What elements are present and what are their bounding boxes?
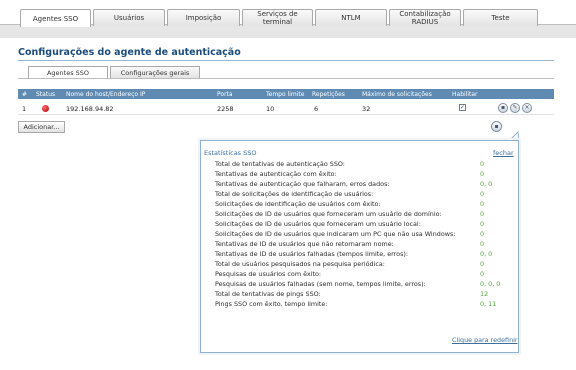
row-max-requests: 32 bbox=[362, 105, 371, 113]
stat-row: Solicitações de identificação de usuário… bbox=[215, 200, 515, 210]
tab-test[interactable]: Teste bbox=[463, 9, 538, 26]
row-timeout: 10 bbox=[266, 105, 275, 113]
stat-label: Tentativas de ID de usuários falhadas (t… bbox=[215, 250, 409, 258]
stat-row: Solicitações de ID de usuários que indic… bbox=[215, 230, 515, 240]
tab-ntlm[interactable]: NTLM bbox=[315, 9, 387, 26]
stat-row: Tentativas de ID de usuários que não ret… bbox=[215, 240, 515, 250]
col-port: Porta bbox=[217, 91, 233, 98]
col-number: # bbox=[22, 91, 28, 98]
col-max-requests: Máximo de solicitações bbox=[362, 91, 432, 98]
stat-value: 0 bbox=[480, 260, 485, 268]
row-retries: 6 bbox=[314, 105, 319, 113]
stat-value: 0 bbox=[480, 240, 485, 248]
stat-value: 0, 0 bbox=[480, 250, 493, 258]
reset-statistics-link[interactable]: Clique para redefinir bbox=[452, 336, 518, 344]
stat-label: Solicitações de identificação de usuário… bbox=[215, 200, 381, 208]
stat-row: Total de solicitações de identificação d… bbox=[215, 190, 515, 200]
stat-row: Tentativas de autenticação com êxito: 0 bbox=[215, 170, 515, 180]
page-title: Configurações do agente de autenticação bbox=[18, 47, 241, 58]
stat-label: Tentativas de autenticação que falharam,… bbox=[215, 180, 390, 188]
close-link[interactable]: fechar bbox=[493, 149, 514, 157]
stat-value: 0 bbox=[480, 190, 485, 198]
stat-label: Pesquisas de usuários falhadas (sem nome… bbox=[215, 280, 426, 288]
tab-sso-agents[interactable]: Agentes SSO bbox=[20, 9, 91, 27]
stat-label: Tentativas de autenticação com êxito: bbox=[215, 170, 337, 178]
statistics-icon[interactable]: ▪ bbox=[498, 103, 508, 113]
stat-label: Solicitações de ID de usuários que forne… bbox=[215, 220, 421, 228]
stat-value: 12 bbox=[480, 290, 489, 298]
stat-label: Pings SSO com êxito, tempo limite: bbox=[215, 300, 328, 308]
stat-row: Pesquisas de usuários falhadas (sem nome… bbox=[215, 280, 515, 290]
stat-label: Solicitações de ID de usuários que indic… bbox=[215, 230, 456, 238]
main-tab-bar: Agentes SSO Usuários Imposição Serviços … bbox=[0, 0, 576, 38]
stat-label: Tentativas de ID de usuários que não ret… bbox=[215, 240, 394, 248]
stat-label: Total de solicitações de identificação d… bbox=[215, 190, 374, 198]
add-agent-button[interactable]: Adicionar... bbox=[18, 121, 65, 133]
stat-value: 0 bbox=[480, 270, 485, 278]
stat-value: 0 bbox=[480, 170, 485, 178]
col-host: Nome do host/Endereço IP bbox=[66, 91, 146, 98]
tab-users[interactable]: Usuários bbox=[93, 9, 165, 26]
col-enable: Habilitar bbox=[452, 91, 478, 98]
col-status: Status bbox=[36, 91, 56, 98]
stat-label: Total de tentativas de autenticação SSO: bbox=[215, 160, 345, 168]
stat-row: Tentativas de autenticação que falharam,… bbox=[215, 180, 515, 190]
stat-value: 0 bbox=[480, 220, 485, 228]
subtab-general-settings[interactable]: Configurações gerais bbox=[110, 66, 200, 78]
stat-row: Tentativas de ID de usuários falhadas (t… bbox=[215, 250, 515, 260]
title-divider bbox=[18, 60, 554, 61]
stat-value: 0 bbox=[480, 200, 485, 208]
stat-label: Solicitações de ID de usuários que forne… bbox=[215, 210, 442, 218]
stat-row: Solicitações de ID de usuários que forne… bbox=[215, 220, 515, 230]
stat-value: 0, 0, 0 bbox=[480, 280, 501, 288]
stat-value: 0 bbox=[480, 230, 485, 238]
sso-statistics-popup: Estatísticas SSO fechar Total de tentati… bbox=[200, 140, 519, 353]
col-timeout: Tempo limite bbox=[266, 91, 305, 98]
agents-table-header: # Status Nome do host/Endereço IP Porta … bbox=[18, 89, 554, 99]
subtab-sso-agents[interactable]: Agentes SSO bbox=[28, 66, 108, 78]
subtab-divider bbox=[18, 78, 554, 79]
stat-label: Total de tentativas de pings SSO: bbox=[215, 290, 321, 298]
stat-label: Pesquisas de usuários com êxito: bbox=[215, 270, 322, 278]
row-number: 1 bbox=[22, 105, 27, 113]
stat-row: Total de tentativas de pings SSO: 12 bbox=[215, 290, 515, 300]
stat-label: Total de usuários pesquisados na pesquis… bbox=[215, 260, 385, 268]
col-retries: Repetições bbox=[312, 91, 345, 98]
stat-row: Total de usuários pesquisados na pesquis… bbox=[215, 260, 515, 270]
stat-row: Pings SSO com êxito, tempo limite: 0, 11 bbox=[215, 300, 515, 310]
delete-icon[interactable]: ✕ bbox=[522, 103, 532, 113]
stat-row: Total de tentativas de autenticação SSO:… bbox=[215, 160, 515, 170]
edit-icon[interactable]: ✎ bbox=[510, 103, 520, 113]
stat-row: Solicitações de ID de usuários que forne… bbox=[215, 210, 515, 220]
stat-value: 0 bbox=[480, 210, 485, 218]
global-statistics-icon[interactable]: ▪ bbox=[491, 121, 502, 132]
table-row: 1 192.168.94.82 2258 10 6 32 ✓ ▪ ✎ ✕ bbox=[18, 101, 554, 115]
stat-row: Pesquisas de usuários com êxito: 0 bbox=[215, 270, 515, 280]
enable-checkbox[interactable]: ✓ bbox=[459, 104, 466, 111]
popup-title: Estatísticas SSO bbox=[204, 149, 257, 157]
status-error-icon bbox=[42, 105, 49, 112]
row-port: 2258 bbox=[217, 105, 234, 113]
tab-radius-accounting[interactable]: Contabilização RADIUS bbox=[389, 9, 461, 26]
stat-value: 0 bbox=[480, 160, 485, 168]
stat-value: 0, 0 bbox=[480, 180, 493, 188]
stat-value: 0, 11 bbox=[480, 300, 497, 308]
row-host: 192.168.94.82 bbox=[66, 105, 114, 113]
tab-enforcement[interactable]: Imposição bbox=[167, 9, 240, 26]
tab-terminal-services[interactable]: Serviços de terminal bbox=[242, 9, 313, 26]
